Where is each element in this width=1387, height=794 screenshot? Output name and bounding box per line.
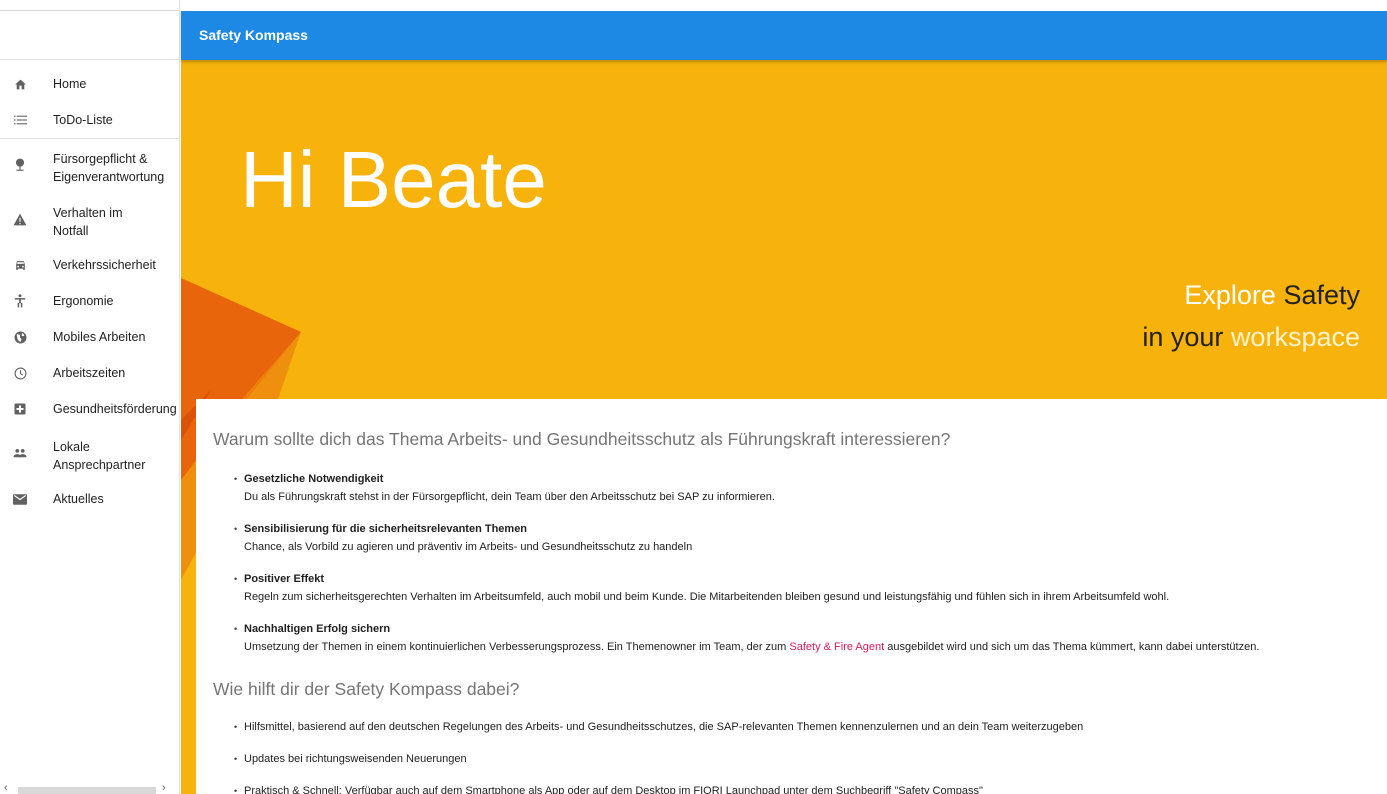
sidebar-item-label: Lokale Ansprechpartner [53,427,145,481]
list-item: Gesetzliche Notwendigkeit Du als Führung… [234,470,1384,506]
sidebar-item-arbeitszeiten[interactable]: Arbeitszeiten [0,355,180,391]
section-heading-wie: Wie hilft dir der Safety Kompass dabei? [213,679,520,699]
sidebar-item-ansprechpartner[interactable]: Lokale Ansprechpartner [0,427,180,481]
sidebar-item-label-line2: Notfall [53,224,89,238]
list-item: Nachhaltigen Erfolg sichern Umsetzung de… [234,620,1384,656]
medical-plus-icon [12,401,28,417]
tree-icon [12,157,28,173]
sidebar-item-ergonomie[interactable]: Ergonomie [0,283,180,319]
reason-title: Sensibilisierung für die sicherheitsrele… [244,523,528,535]
reason-text: Regeln zum sicherheitsgerechten Verhalte… [244,591,1170,603]
sidebar-item-label-line1: Verhalten im [53,206,123,220]
section-heading-warum: Warum sollte dich das Thema Arbeits- und… [213,429,951,449]
sidebar-horizontal-scrollbar[interactable]: ‹ › [4,782,174,794]
sidebar-item-aktuelles[interactable]: Aktuelles [0,481,180,517]
sidebar-item-label: Arbeitszeiten [53,366,126,380]
sidebar-item-label-line2: Eigenverantwortung [53,170,165,184]
list-item: Positiver Effekt Regeln zum sicherheitsg… [234,570,1384,606]
hero-tagline: Explore Safety in your workspace [1142,274,1360,358]
reason-text: Du als Führungskraft stehst in der Fürso… [244,491,775,503]
car-icon [12,257,28,273]
tagline-explore: Explore [1184,280,1276,310]
reasons-list: Gesetzliche Notwendigkeit Du als Führung… [234,470,1384,670]
reason-text-after: ausgebildet wird und sich um das Thema k… [884,641,1260,653]
sidebar-item-todo[interactable]: ToDo-Liste [0,102,180,138]
sidebar-item-label: Verhalten im Notfall [53,193,122,247]
list-item: Sensibilisierung für die sicherheitsrele… [234,520,1384,556]
content-card: Warum sollte dich das Thema Arbeits- und… [196,399,1387,794]
list-item: Hilfsmittel, basierend auf den deutschen… [234,718,1384,736]
sidebar-item-notfall[interactable]: Verhalten im Notfall [0,193,180,247]
reason-title: Nachhaltigen Erfolg sichern [244,623,391,635]
reason-text-before: Umsetzung der Themen in einem kontinuier… [244,641,790,653]
sidebar-item-label-line1: Fürsorgepflicht & [53,152,148,166]
sidebar-item-label: ToDo-Liste [53,113,113,127]
sidebar-item-mobiles-arbeiten[interactable]: Mobiles Arbeiten [0,319,180,355]
sidebar-item-label: Ergonomie [53,294,114,308]
sidebar-item-label-line2: Ansprechpartner [53,458,146,472]
clock-icon [12,365,28,381]
sidebar-item-label: Verkehrssicherheit [53,258,156,272]
list-item: Updates bei richtungsweisenden Neuerunge… [234,750,1384,768]
sidebar-item-label: Gesundheitsförderung [53,402,177,416]
globe-icon [12,329,28,345]
scroll-left-arrow-icon[interactable]: ‹ [4,782,8,794]
scrollbar-thumb[interactable] [18,787,156,794]
scroll-right-arrow-icon[interactable]: › [162,782,166,794]
sidebar-item-label: Home [53,77,87,91]
sidebar-item-fuersorgepflicht[interactable]: Fürsorgepflicht & Eigenverantwortung [0,139,180,193]
reason-text: Chance, als Vorbild zu agieren und präve… [244,541,693,553]
list-icon [12,112,28,128]
sidebar-item-gesundheitsfoerderung[interactable]: Gesundheitsförderung [0,391,180,427]
tagline-workspace: workspace [1230,322,1360,352]
hero-greeting: Hi Beate [240,135,547,224]
reason-title: Positiver Effekt [244,573,325,585]
people-icon [12,445,28,461]
reason-title: Gesetzliche Notwendigkeit [244,473,384,485]
sidebar-header [0,11,180,60]
safety-fire-agent-link[interactable]: Safety & Fire Agent [789,641,884,653]
benefits-list: Hilfsmittel, basierend auf den deutschen… [234,718,1384,794]
sidebar-item-label: Aktuelles [53,492,104,506]
sidebar: Home ToDo-Liste Fürsorgepflicht & Eigenve… [0,0,180,794]
app-header: Safety Kompass [181,11,1387,60]
tagline-in-your: in your [1142,322,1224,352]
sidebar-item-verkehrssicherheit[interactable]: Verkehrssicherheit [0,247,180,283]
list-item: Praktisch & Schnell: Verfügbar auch auf … [234,782,1384,794]
accessibility-icon [12,293,28,309]
sidebar-item-label: Fürsorgepflicht & Eigenverantwortung [53,139,164,193]
mail-icon [12,491,28,507]
sidebar-nav: Home ToDo-Liste Fürsorgepflicht & Eigenve… [0,66,180,517]
app-title: Safety Kompass [199,27,308,43]
tagline-safety: Safety [1283,280,1360,310]
sidebar-item-home[interactable]: Home [0,66,180,102]
sidebar-item-label-line1: Lokale [53,440,90,454]
home-icon [12,76,28,92]
warning-icon [12,211,28,227]
sidebar-item-label: Mobiles Arbeiten [53,330,146,344]
